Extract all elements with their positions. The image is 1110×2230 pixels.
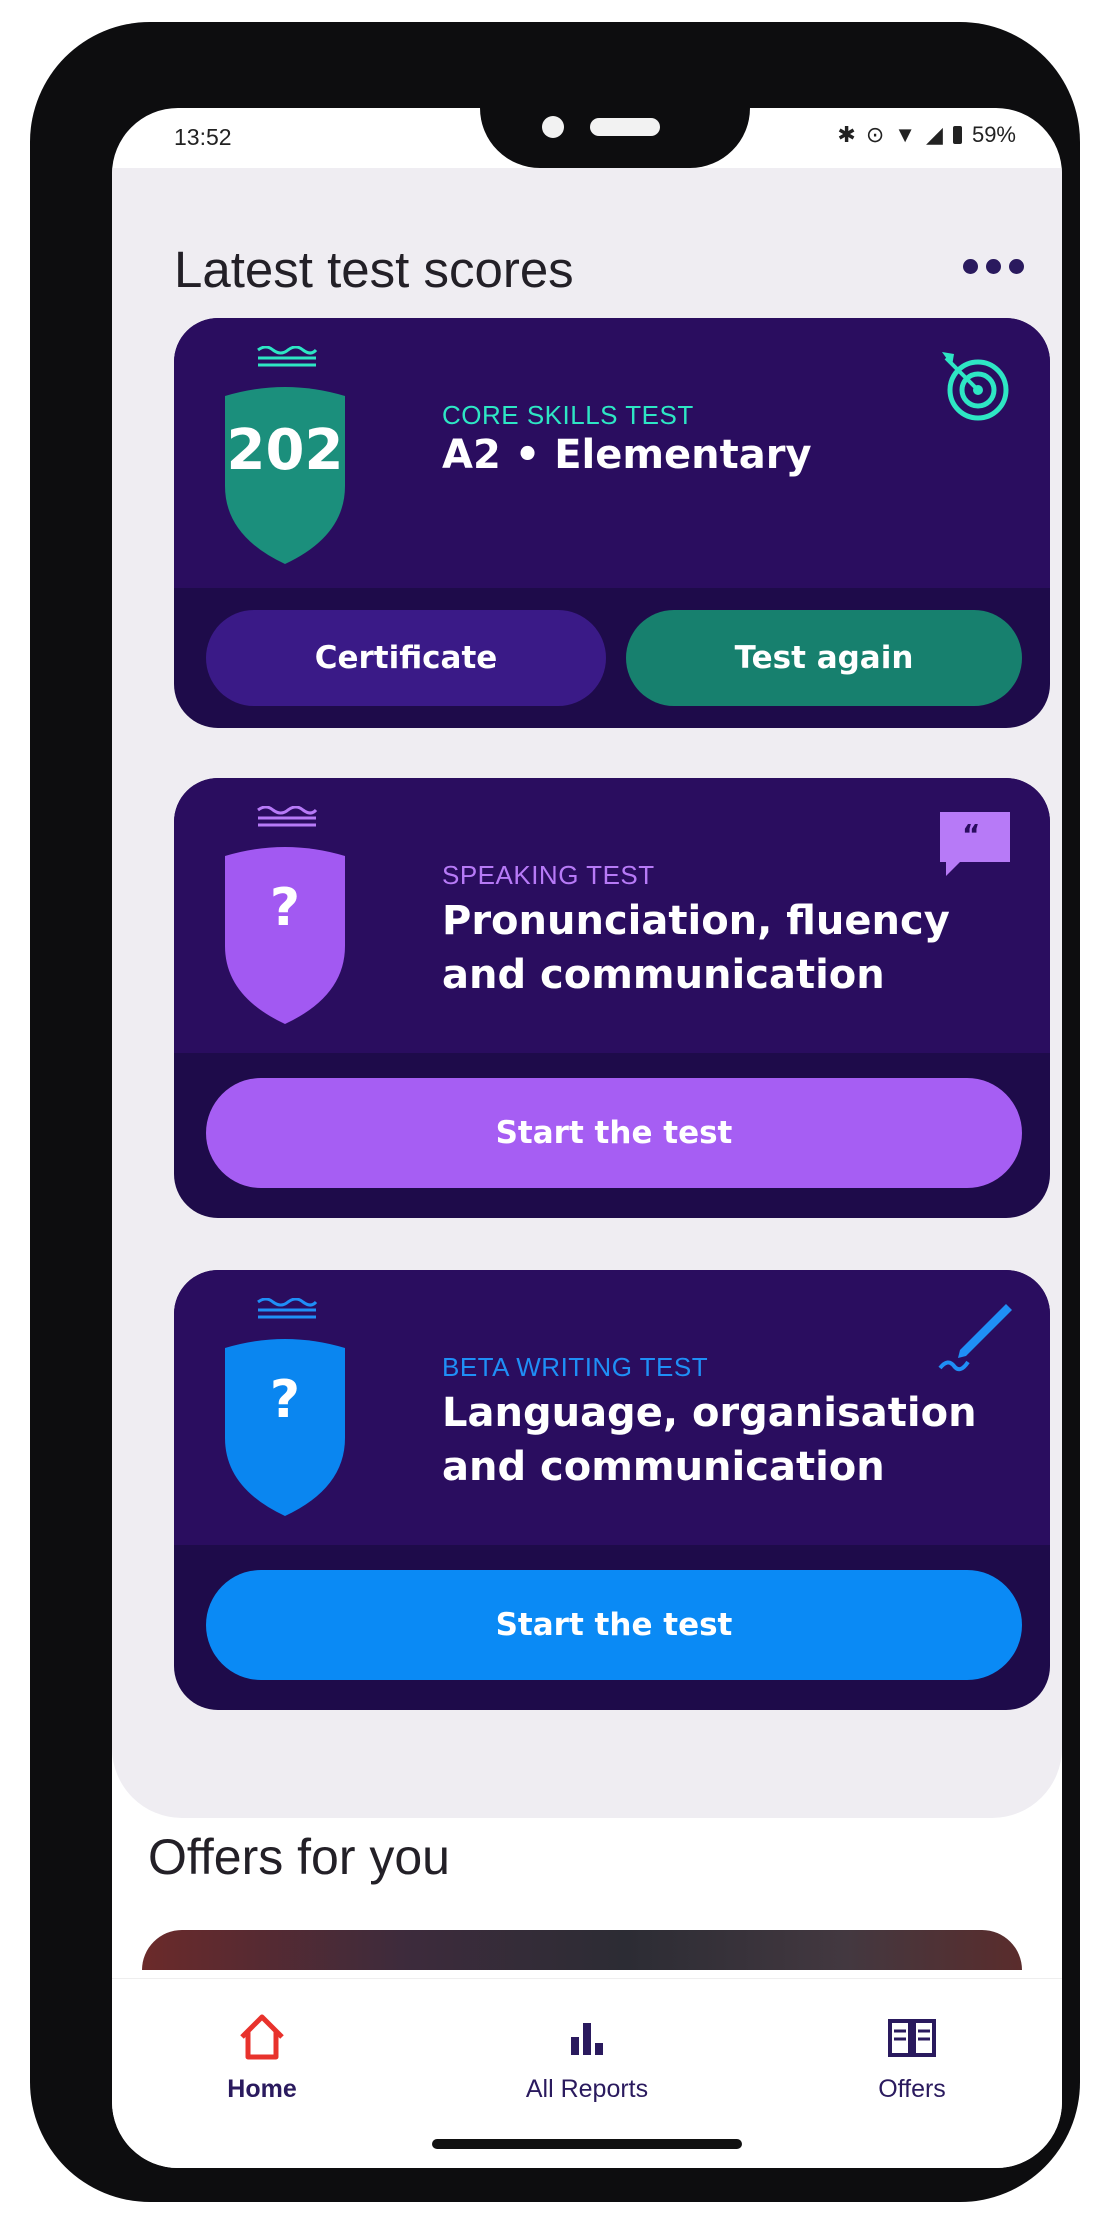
- card-title-line: and communication: [442, 1444, 885, 1490]
- home-indicator[interactable]: [432, 2139, 742, 2149]
- card-header: ? BETA WRITING TEST Language, organisati…: [174, 1270, 1050, 1545]
- core-skills-card[interactable]: 202 CORE SKILLS TEST A2 • Elementary Cer…: [174, 318, 1050, 728]
- speaking-test-card[interactable]: ? SPEAKING TEST Pronunciation, fluency a…: [174, 778, 1050, 1218]
- nav-all-reports-label: All Reports: [525, 2075, 649, 2103]
- status-icons: ✱ ⊙ ▼ ◢ 59%: [837, 122, 1016, 148]
- bluetooth-icon: ✱: [837, 122, 856, 147]
- score-value: ?: [269, 1370, 301, 1430]
- bar-chart-icon: [571, 2023, 603, 2055]
- more-dot-icon: [963, 258, 978, 274]
- page-title: Latest test scores: [174, 241, 574, 298]
- certificate-button[interactable]: Certificate: [206, 610, 606, 706]
- more-options-button[interactable]: [963, 246, 1024, 286]
- start-writing-test-button[interactable]: Start the test: [206, 1570, 1022, 1680]
- nav-offers-label: Offers: [878, 2075, 946, 2103]
- camera-icon: [542, 116, 564, 138]
- nav-offers[interactable]: Offers: [812, 2011, 1012, 2104]
- offers-title: Offers for you: [148, 1829, 450, 1885]
- crown-waves-icon: [257, 1298, 318, 1319]
- status-time: 13:52: [174, 124, 232, 150]
- card-title: Language, organisation and communication: [442, 1386, 977, 1494]
- more-dot-icon: [1009, 258, 1024, 274]
- speaker-icon: [590, 118, 660, 136]
- card-title-line: Language, organisation: [442, 1390, 977, 1436]
- card-title-line: Pronunciation, fluency: [442, 898, 950, 944]
- offer-banner-image[interactable]: [142, 1930, 1022, 1970]
- crown-waves-icon: [257, 806, 318, 827]
- card-title: Pronunciation, fluency and communication: [442, 894, 950, 1002]
- signal-icon: ◢: [926, 122, 943, 147]
- card-eyebrow: BETA WRITING TEST: [442, 1352, 709, 1382]
- test-again-button[interactable]: Test again: [626, 610, 1022, 706]
- battery-icon: [952, 126, 962, 144]
- app-screen: 13:52 ✱ ⊙ ▼ ◢ 59% Latest test scores 202…: [112, 108, 1062, 2168]
- pen-icon: [938, 1304, 1012, 1372]
- card-eyebrow: CORE SKILLS TEST: [442, 400, 694, 430]
- card-title-line: and communication: [442, 952, 885, 998]
- wifi-icon: ▼: [894, 122, 917, 147]
- card-header: ? SPEAKING TEST Pronunciation, fluency a…: [174, 778, 1050, 1053]
- book-icon: [888, 2019, 936, 2057]
- nav-home-label: Home: [227, 2075, 297, 2103]
- battery-level: 59%: [971, 122, 1016, 147]
- card-header: 202 CORE SKILLS TEST A2 • Elementary: [174, 318, 1050, 588]
- card-eyebrow: SPEAKING TEST: [442, 860, 655, 890]
- score-value: 202: [226, 418, 344, 483]
- sync-icon: ⊙: [865, 122, 885, 147]
- nav-home[interactable]: Home: [162, 2011, 362, 2104]
- crown-waves-icon: [257, 346, 318, 367]
- card-title: A2 • Elementary: [442, 432, 812, 478]
- start-speaking-test-button[interactable]: Start the test: [206, 1078, 1022, 1188]
- nav-all-reports[interactable]: All Reports: [487, 2011, 687, 2104]
- svg-text:“: “: [962, 818, 980, 851]
- bottom-nav: Home All Reports Offers: [112, 1978, 1062, 2168]
- camera-notch: [480, 108, 750, 168]
- phone-frame: 13:52 ✱ ⊙ ▼ ◢ 59% Latest test scores 202…: [30, 22, 1080, 2202]
- target-icon: [942, 352, 1009, 421]
- home-icon: [240, 2014, 284, 2060]
- speech-bubble-icon: “: [940, 812, 1010, 876]
- score-value: ?: [269, 878, 301, 938]
- writing-test-card[interactable]: ? BETA WRITING TEST Language, organisati…: [174, 1270, 1050, 1710]
- more-dot-icon: [986, 258, 1001, 274]
